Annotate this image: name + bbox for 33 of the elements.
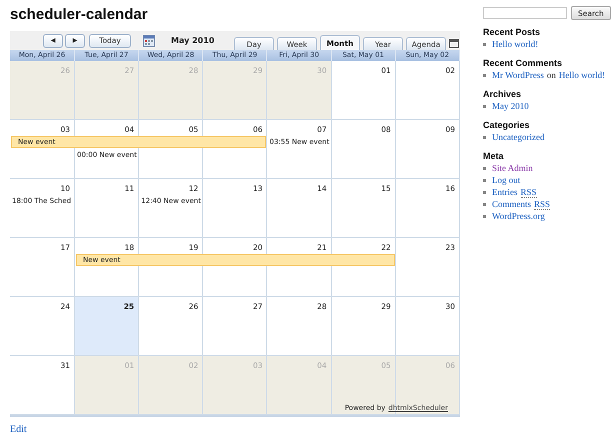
sidebar-link[interactable]: Mr WordPress	[492, 69, 544, 81]
sidebar-link[interactable]: RSS	[534, 198, 550, 210]
bullet-icon	[483, 178, 486, 182]
bullet-icon	[483, 214, 486, 218]
bullet-icon	[483, 42, 486, 46]
bullet-icon	[483, 74, 486, 76]
sidebar-link[interactable]: Log out	[492, 174, 520, 186]
bullet-icon	[483, 190, 486, 194]
sidebar-link[interactable]: Uncategorized	[492, 131, 544, 143]
page-title: scheduler-calendar	[10, 7, 149, 23]
section-heading: Recent Posts	[483, 27, 542, 37]
current-month: May 2010	[171, 36, 214, 45]
sidebar-text: on	[546, 69, 556, 81]
sidebar-link[interactable]: Entries	[492, 186, 518, 198]
window-icon[interactable]	[449, 39, 459, 48]
sidebar-link[interactable]: May 2010	[492, 100, 529, 112]
search-field[interactable]	[483, 7, 567, 19]
bullet-icon	[483, 136, 486, 138]
section-heading: Archives	[483, 89, 522, 99]
bullet-icon	[483, 202, 486, 206]
section-heading: Meta	[483, 151, 505, 161]
sidebar-link[interactable]: Site Admin	[492, 162, 533, 174]
bullet-icon	[483, 166, 486, 170]
calendar-icon[interactable]	[143, 34, 155, 46]
section-heading: Categories	[483, 120, 531, 130]
edit-link[interactable]: Edit	[10, 424, 27, 435]
sidebar-link[interactable]: Hello world!	[558, 69, 606, 81]
sidebar-link[interactable]: Comments	[492, 198, 532, 210]
sidebar-link[interactable]: WordPress.org	[492, 210, 545, 222]
section-heading: Recent Comments	[483, 58, 564, 68]
sidebar-link[interactable]: Hello world!	[492, 38, 538, 50]
sidebar-link[interactable]: RSS	[520, 186, 537, 198]
bullet-icon	[483, 104, 486, 108]
